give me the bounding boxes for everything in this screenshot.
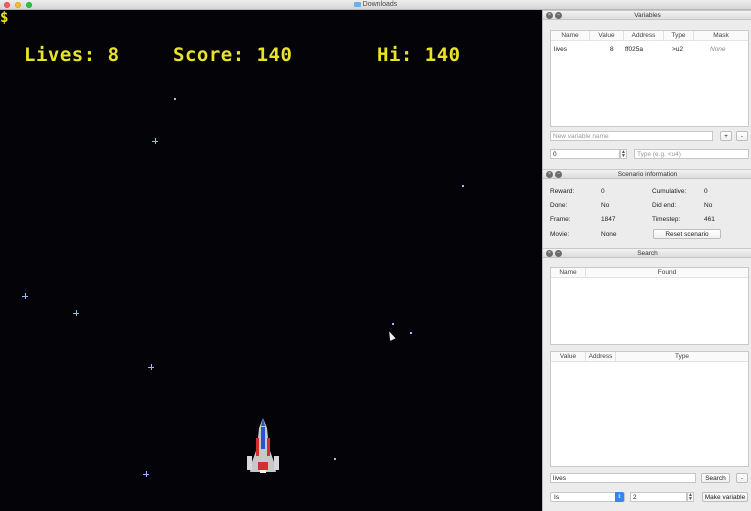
remove-variable-button[interactable]: -: [736, 131, 748, 141]
hi-score-counter: Hi: 140: [377, 44, 461, 66]
col-address[interactable]: Address: [624, 31, 664, 41]
col-found[interactable]: Found: [586, 268, 748, 278]
var-type: >u2: [672, 46, 684, 53]
score-counter: Score: 140: [173, 44, 293, 66]
star: [174, 98, 176, 100]
search-results-table[interactable]: Name Found: [550, 267, 749, 345]
col-name[interactable]: Name: [551, 31, 590, 41]
type-input[interactable]: Type (e.g. <u4): [634, 149, 749, 159]
star: [462, 185, 464, 187]
col-address[interactable]: Address: [586, 352, 616, 362]
mouse-cursor: [386, 330, 396, 341]
star: [22, 293, 28, 299]
done-label: Done:: [550, 202, 568, 209]
variables-table[interactable]: Name Value Address Type Mask lives 8 ff0…: [550, 30, 749, 127]
reward-value: 0: [601, 188, 605, 195]
star: [152, 138, 158, 144]
inspector-panel: × – Variables Name Value Address Type Ma…: [542, 10, 751, 511]
chevron-updown-icon: ⇕: [615, 492, 624, 502]
search-header: × – Search: [543, 248, 751, 258]
star: [148, 364, 154, 370]
currency-indicator: $: [0, 10, 9, 26]
var-mask: None: [710, 46, 726, 53]
detach-section-icon[interactable]: –: [555, 250, 562, 257]
add-variable-button[interactable]: +: [720, 131, 732, 141]
new-variable-name-input[interactable]: New variable name: [550, 131, 713, 141]
star: [73, 310, 79, 316]
movie-label: Movie:: [550, 231, 570, 238]
comparison-select[interactable]: Is ⇕: [550, 492, 625, 502]
col-mask[interactable]: Mask: [694, 31, 748, 41]
compare-value-stepper[interactable]: ▲ ▼: [687, 492, 694, 502]
remove-search-button[interactable]: -: [736, 473, 748, 483]
close-section-icon[interactable]: ×: [546, 12, 553, 19]
col-value[interactable]: Value: [551, 352, 586, 362]
compare-value-input[interactable]: 2: [630, 492, 687, 502]
did-end-label: Did end:: [652, 202, 677, 209]
window-titlebar: Downloads: [0, 0, 751, 10]
player-ship: [247, 418, 279, 473]
cumulative-label: Cumulative:: [652, 188, 687, 195]
star: [143, 471, 149, 477]
var-value: 8: [610, 46, 614, 53]
search-detail-table[interactable]: Value Address Type: [550, 351, 749, 467]
reset-scenario-button[interactable]: Reset scenario: [653, 229, 721, 239]
variables-header: × – Variables: [543, 10, 751, 20]
address-stepper[interactable]: ▲ ▼: [620, 149, 627, 159]
address-input[interactable]: 0: [550, 149, 620, 159]
detach-section-icon[interactable]: –: [555, 12, 562, 19]
frame-value: 1847: [601, 216, 616, 223]
did-end-value: No: [704, 202, 713, 209]
close-section-icon[interactable]: ×: [546, 250, 553, 257]
folder-icon: [353, 1, 361, 7]
make-variable-button[interactable]: Make variable: [702, 492, 748, 502]
done-value: No: [601, 202, 610, 209]
scenario-header: × – Scenario information: [543, 169, 751, 179]
game-screen[interactable]: $ Lives: 8 Score: 140 Hi: 140: [0, 10, 542, 511]
col-type[interactable]: Type: [616, 352, 748, 362]
search-input[interactable]: lives: [550, 473, 696, 483]
reward-label: Reward:: [550, 188, 575, 195]
var-name: lives: [554, 46, 568, 53]
cumulative-value: 0: [704, 188, 708, 195]
movie-value: None: [601, 231, 617, 238]
col-type[interactable]: Type: [664, 31, 694, 41]
col-name[interactable]: Name: [551, 268, 586, 278]
col-value[interactable]: Value: [590, 31, 624, 41]
search-button[interactable]: Search: [701, 473, 730, 483]
star: [334, 458, 336, 460]
frame-label: Frame:: [550, 216, 571, 223]
star: [410, 332, 412, 334]
timestep-label: Timestep:: [652, 216, 681, 223]
close-section-icon[interactable]: ×: [546, 171, 553, 178]
window-title: Downloads: [0, 1, 751, 8]
var-address: ff025a: [625, 46, 643, 53]
detach-section-icon[interactable]: –: [555, 171, 562, 178]
timestep-value: 461: [704, 216, 715, 223]
lives-counter: Lives: 8: [24, 44, 120, 66]
star: [392, 323, 394, 325]
